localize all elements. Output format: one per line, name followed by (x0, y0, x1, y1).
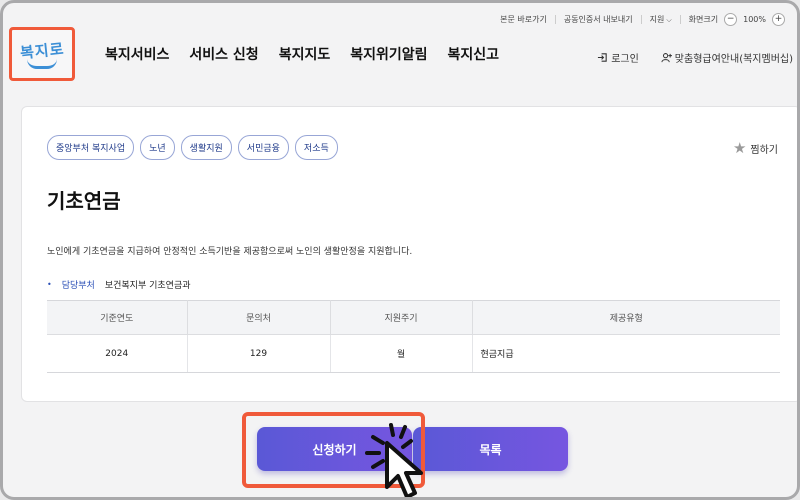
department-label: 담당부처 (61, 281, 95, 291)
divider (554, 14, 556, 24)
tag-list: 중앙부처 복지사업 노년 생활지원 서민금융 저소득 (47, 135, 338, 160)
pointer-cursor-icon (365, 423, 423, 497)
table-header-row: 기준연도 문의처 지원주기 제공유형 (47, 300, 780, 335)
header-actions: 로그인 맞춤형급여안내(복지멤버십) (597, 50, 793, 65)
divider (640, 14, 642, 24)
tag-item[interactable]: 중앙부처 복지사업 (47, 135, 135, 160)
nav-item-welfare-report[interactable]: 복지신고 (448, 44, 500, 64)
nav-item-service-apply[interactable]: 서비스 신청 (189, 44, 258, 64)
zoom-in-button[interactable]: + (772, 12, 785, 26)
table-cell: 월 (330, 334, 473, 373)
nav-item-crisis-alert[interactable]: 복지위기알림 (350, 44, 427, 64)
nav-item-welfare-services[interactable]: 복지서비스 (105, 44, 169, 64)
tag-item[interactable]: 생활지원 (180, 135, 232, 160)
main-nav: 복지서비스 서비스 신청 복지지도 복지위기알림 복지신고 (105, 44, 499, 64)
table-cell: 129 (187, 334, 331, 373)
cert-export-link[interactable]: 공동인증서 내보내기 (564, 14, 633, 25)
skip-link[interactable]: 본문 바로가기 (500, 14, 547, 25)
table-row: 2024 129 월 현금지급 (47, 334, 780, 373)
zoom-control: 화면크기 − 100% + (688, 12, 785, 26)
chevron-down-icon: ⌵ (666, 15, 672, 24)
department-value: 보건복지부 기초연금과 (104, 281, 191, 291)
column-header: 기준연도 (47, 300, 188, 335)
table-cell: 현금지급 (472, 334, 780, 373)
favorite-label: 찜하기 (750, 144, 778, 156)
logo[interactable]: 복지로 (9, 27, 75, 81)
login-link[interactable]: 로그인 (597, 50, 639, 65)
user-add-icon (661, 53, 672, 63)
membership-guide-label: 맞춤형급여안내(복지멤버십) (674, 54, 793, 65)
department-info: • 담당부처 보건복지부 기초연금과 (47, 278, 191, 291)
service-description: 노인에게 기초연금을 지급하여 안정적인 소득기반을 제공함으로써 노인의 생활… (47, 247, 413, 257)
column-header: 지원주기 (330, 300, 473, 335)
table-cell: 2024 (47, 334, 188, 373)
browser-frame: 본문 바로가기 공동인증서 내보내기 지원 ⌵ 화면크기 − 100% + 복지로… (0, 0, 800, 500)
divider (679, 14, 681, 24)
favorite-button[interactable]: ★ 찜하기 (733, 139, 778, 157)
service-detail-card: 중앙부처 복지사업 노년 생활지원 서민금융 저소득 ★ 찜하기 기초연금 노인… (21, 106, 797, 402)
page-title: 기초연금 (47, 189, 121, 213)
service-info-table: 기준연도 문의처 지원주기 제공유형 2024 129 월 현금지급 (47, 300, 780, 373)
zoom-label: 화면크기 (688, 14, 719, 24)
login-label: 로그인 (611, 54, 639, 65)
tag-item[interactable]: 서민금융 (237, 135, 289, 160)
star-icon: ★ (732, 139, 747, 157)
login-icon (598, 53, 607, 62)
column-header: 문의처 (187, 300, 331, 335)
bullet-icon: • (47, 280, 52, 289)
tag-item[interactable]: 저소득 (294, 135, 338, 160)
tag-item[interactable]: 노년 (140, 135, 175, 160)
membership-guide-link[interactable]: 맞춤형급여안내(복지멤버십) (661, 50, 793, 65)
column-header: 제공유형 (472, 300, 780, 335)
support-menu[interactable]: 지원 ⌵ (650, 14, 672, 25)
support-label: 지원 (649, 14, 665, 24)
utility-bar: 본문 바로가기 공동인증서 내보내기 지원 ⌵ 화면크기 − 100% + (500, 11, 785, 27)
zoom-out-button[interactable]: − (724, 12, 738, 26)
nav-item-welfare-map[interactable]: 복지지도 (279, 44, 331, 64)
logo-text: 복지로 (19, 39, 66, 62)
zoom-value: 100% (743, 14, 766, 24)
